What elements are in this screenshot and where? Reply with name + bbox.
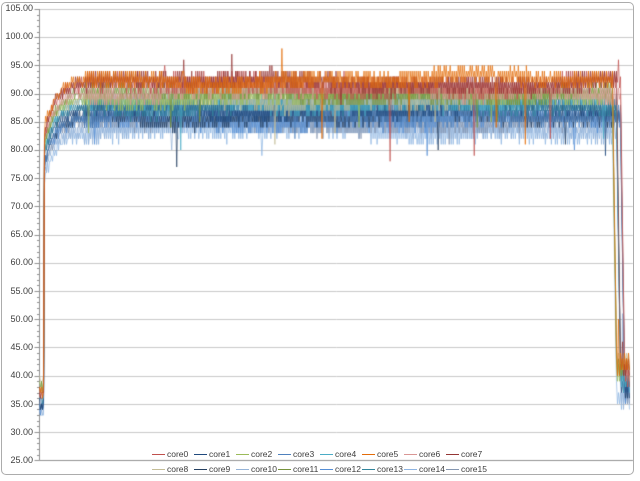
legend-label: core9 (209, 463, 230, 475)
legend-line-swatch (446, 454, 459, 455)
legend-entry-core5[interactable]: core5 (362, 448, 404, 460)
y-axis-tick-label: 95.00 (10, 60, 33, 71)
y-axis-tick-label: 90.00 (10, 88, 33, 99)
y-axis-tick-label: 55.00 (10, 286, 33, 297)
y-axis-tick-label: 40.00 (10, 370, 33, 381)
y-axis-tick-label: 70.00 (10, 201, 33, 212)
legend-entry-core6[interactable]: core6 (404, 448, 446, 460)
legend-entry-core9[interactable]: core9 (194, 463, 236, 475)
legend-entry-core13[interactable]: core13 (362, 463, 404, 475)
legend-label: core12 (335, 463, 361, 475)
legend-label: core0 (167, 448, 188, 460)
legend-line-swatch (152, 454, 165, 455)
y-axis-tick-label: 75.00 (10, 173, 33, 184)
legend-entry-core8[interactable]: core8 (152, 463, 194, 475)
y-axis-tick-label: 80.00 (10, 144, 33, 155)
legend-line-swatch (320, 469, 333, 470)
legend-entry-core3[interactable]: core3 (278, 448, 320, 460)
legend-line-swatch (236, 454, 249, 455)
legend-entry-core2[interactable]: core2 (236, 448, 278, 460)
legend-entry-core0[interactable]: core0 (152, 448, 194, 460)
legend-label: core2 (251, 448, 272, 460)
legend-label: core15 (461, 463, 487, 475)
legend-label: core4 (335, 448, 356, 460)
legend-line-swatch (320, 454, 333, 455)
legend-entry-core11[interactable]: core11 (278, 463, 320, 475)
legend-label: core3 (293, 448, 314, 460)
legend-line-swatch (278, 454, 291, 455)
legend-line-swatch (362, 454, 375, 455)
y-axis-labels: 105.00 100.00 95.00 90.00 85.00 80.00 75… (0, 3, 33, 466)
legend-label: core11 (293, 463, 318, 475)
y-axis-tick-label: 50.00 (10, 314, 33, 325)
legend-line-swatch (362, 469, 375, 470)
legend-label: core8 (167, 463, 188, 475)
y-axis-tick-label: 85.00 (10, 116, 33, 127)
legend-line-swatch (152, 469, 165, 470)
legend-label: core7 (461, 448, 482, 460)
legend-label: core1 (209, 448, 230, 460)
legend-line-swatch (194, 454, 207, 455)
line-chart-canvas[interactable] (0, 0, 640, 481)
y-axis-tick-label: 105.00 (5, 3, 33, 14)
legend-line-swatch (446, 469, 459, 470)
legend-line-swatch (404, 454, 417, 455)
legend-entry-core12[interactable]: core12 (320, 463, 362, 475)
legend-label: core6 (419, 448, 440, 460)
legend-line-swatch (404, 469, 417, 470)
legend-label: core13 (377, 463, 403, 475)
y-axis-tick-label: 60.00 (10, 257, 33, 268)
legend-line-swatch (236, 469, 249, 470)
legend-entry-core4[interactable]: core4 (320, 448, 362, 460)
chart-legend-row-2: core8 core9 core10 core11 core12 core13 … (0, 463, 640, 475)
legend-entry-core7[interactable]: core7 (446, 448, 488, 460)
y-axis-tick-label: 65.00 (10, 229, 33, 240)
y-axis-tick-label: 100.00 (5, 31, 33, 42)
y-axis-tick-label: 45.00 (10, 342, 33, 353)
legend-entry-core1[interactable]: core1 (194, 448, 236, 460)
chart-legend-row-1: core0 core1 core2 core3 core4 core5 core… (0, 448, 640, 460)
legend-label: core10 (251, 463, 277, 475)
legend-entry-core10[interactable]: core10 (236, 463, 278, 475)
legend-label: core5 (377, 448, 398, 460)
legend-label: core14 (419, 463, 445, 475)
y-axis-tick-label: 30.00 (10, 427, 33, 438)
legend-entry-core15[interactable]: core15 (446, 463, 488, 475)
legend-entry-core14[interactable]: core14 (404, 463, 446, 475)
legend-line-swatch (194, 469, 207, 470)
y-axis-tick-label: 35.00 (10, 399, 33, 410)
legend-line-swatch (278, 469, 291, 470)
